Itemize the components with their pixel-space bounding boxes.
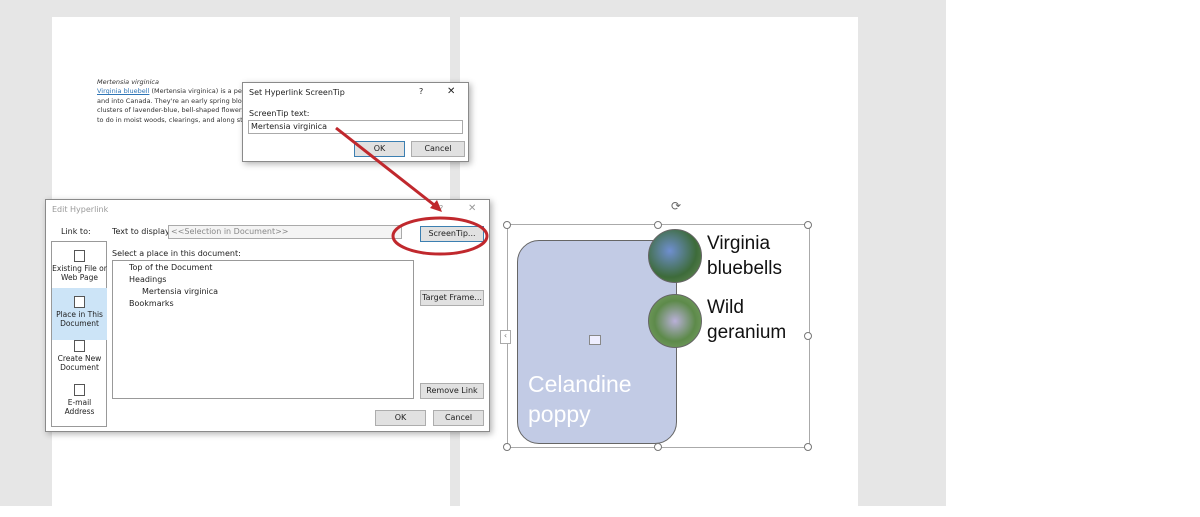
rotate-handle-icon[interactable]: ⟳ bbox=[671, 199, 681, 213]
geranium-label[interactable]: Wild geranium bbox=[707, 295, 797, 345]
bluebells-label[interactable]: Virginia bluebells bbox=[707, 231, 797, 281]
resize-handle[interactable] bbox=[503, 443, 511, 451]
resize-handle[interactable] bbox=[654, 443, 662, 451]
resize-handle[interactable] bbox=[804, 221, 812, 229]
bluebell-photo[interactable] bbox=[648, 229, 702, 283]
annotation-circle bbox=[391, 216, 489, 256]
resize-handle[interactable] bbox=[654, 221, 662, 229]
geranium-photo[interactable] bbox=[648, 294, 702, 348]
text-pane-toggle-icon[interactable]: ‹ bbox=[500, 330, 511, 344]
resize-handle[interactable] bbox=[804, 443, 812, 451]
celandine-label: Celandine poppy bbox=[528, 371, 632, 427]
resize-handle[interactable] bbox=[503, 221, 511, 229]
resize-handle[interactable] bbox=[804, 332, 812, 340]
picture-placeholder-icon[interactable] bbox=[589, 335, 601, 345]
annotation-arrow bbox=[335, 126, 439, 210]
